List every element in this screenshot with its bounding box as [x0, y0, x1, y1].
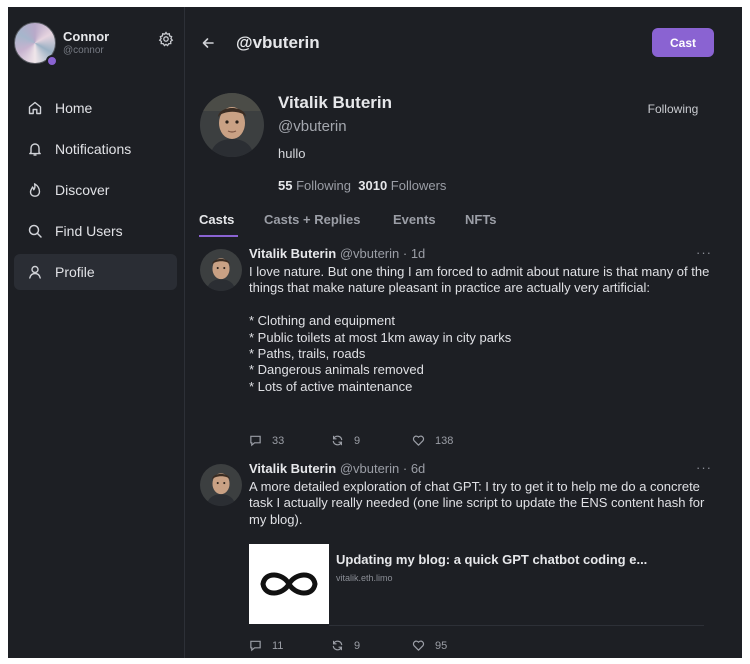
sidebar-item-label: Profile — [55, 264, 95, 280]
reply-button[interactable]: 33 — [249, 434, 284, 447]
following-count: 55 — [278, 178, 293, 193]
post-author[interactable]: Vitalik Buterin — [249, 246, 336, 261]
sidebar-item-home[interactable]: Home — [14, 90, 177, 126]
profile-avatar[interactable] — [200, 93, 264, 157]
post-time: · 1d — [402, 246, 426, 261]
tab-nfts[interactable]: NFTs — [465, 212, 497, 227]
like-count: 138 — [435, 434, 454, 447]
heart-icon — [412, 435, 425, 446]
cast-button[interactable]: Cast — [652, 28, 714, 57]
main-content: @vbuterin Cast Vitalik Buterin @vbuterin… — [185, 7, 742, 658]
current-user[interactable]: Connor @connor — [14, 19, 179, 67]
home-icon — [28, 101, 42, 115]
recast-icon — [332, 640, 343, 651]
sidebar-nav: Home Notifications Discover Find Users P… — [14, 90, 177, 295]
profile-stats: 55 Following 3010 Followers — [278, 178, 446, 193]
post-actions: 33 9 138 — [249, 434, 509, 450]
like-button[interactable]: 138 — [412, 434, 453, 447]
sidebar: Connor @connor Home Notifications Discov… — [8, 7, 185, 658]
tab-casts-replies[interactable]: Casts + Replies — [264, 212, 360, 227]
recast-icon — [332, 435, 343, 446]
like-count: 95 — [435, 639, 448, 652]
following-label: Following — [296, 178, 352, 193]
link-thumbnail — [249, 544, 329, 624]
avatar[interactable] — [200, 464, 242, 506]
reply-button[interactable]: 11 — [249, 639, 283, 652]
back-arrow-icon[interactable] — [200, 35, 216, 51]
current-user-name: Connor — [63, 29, 110, 44]
infinity-icon — [260, 572, 318, 596]
followers-label: Followers — [390, 178, 447, 193]
current-user-handle: @connor — [63, 45, 104, 56]
tab-events[interactable]: Events — [393, 212, 436, 227]
comment-icon — [250, 640, 261, 652]
following-button[interactable]: Following — [623, 97, 723, 121]
sidebar-item-notifications[interactable]: Notifications — [14, 131, 177, 167]
link-preview[interactable]: Updating my blog: a quick GPT chatbot co… — [249, 544, 704, 626]
reply-count: 33 — [272, 434, 285, 447]
link-title: Updating my blog: a quick GPT chatbot co… — [336, 552, 648, 567]
sidebar-item-discover[interactable]: Discover — [14, 172, 177, 208]
followers-stat[interactable]: 3010 Followers — [358, 178, 446, 193]
link-domain: vitalik.eth.limo — [336, 573, 393, 583]
list-item[interactable]: Vitalik Buterin @vbuterin · 1d ··· I lov… — [185, 245, 742, 447]
search-icon — [28, 224, 42, 238]
more-options-icon[interactable]: ··· — [696, 460, 712, 475]
sidebar-item-label: Find Users — [55, 223, 123, 239]
gear-icon[interactable] — [158, 31, 174, 47]
sidebar-item-label: Notifications — [55, 141, 132, 157]
sidebar-item-label: Discover — [55, 182, 110, 198]
following-stat[interactable]: 55 Following — [278, 178, 351, 193]
post-handle: @vbuterin — [339, 246, 400, 261]
avatar[interactable] — [200, 249, 242, 291]
page-title: @vbuterin — [236, 33, 320, 52]
post-header: Vitalik Buterin @vbuterin · 6d — [249, 461, 425, 476]
comment-icon — [250, 435, 261, 447]
like-button[interactable]: 95 — [412, 639, 447, 652]
tab-casts[interactable]: Casts — [199, 212, 234, 227]
post-actions: 11 9 95 — [249, 639, 509, 655]
sidebar-item-profile[interactable]: Profile — [14, 254, 177, 290]
post-author[interactable]: Vitalik Buterin — [249, 461, 336, 476]
heart-icon — [412, 640, 425, 651]
post-time: · 6d — [402, 461, 426, 476]
recast-count: 9 — [354, 434, 361, 447]
flame-icon — [29, 183, 41, 197]
sidebar-item-label: Home — [55, 100, 93, 116]
post-body: A more detailed exploration of chat GPT:… — [249, 479, 705, 527]
more-options-icon[interactable]: ··· — [696, 245, 712, 260]
sidebar-item-find-users[interactable]: Find Users — [14, 213, 177, 249]
profile-name: Vitalik Buterin — [278, 93, 392, 112]
divider — [329, 625, 704, 626]
post-header: Vitalik Buterin @vbuterin · 1d — [249, 246, 425, 261]
header: @vbuterin Cast — [185, 7, 742, 77]
post-body: I love nature. But one thing I am forced… — [249, 264, 710, 394]
verified-badge-icon — [46, 55, 58, 67]
reply-count: 11 — [272, 639, 284, 652]
post-handle: @vbuterin — [339, 461, 400, 476]
followers-count: 3010 — [358, 178, 388, 193]
list-item[interactable]: Vitalik Buterin @vbuterin · 6d ··· A mor… — [185, 460, 742, 658]
profile-photo — [200, 93, 264, 157]
bell-icon — [29, 143, 41, 156]
recast-button[interactable]: 9 — [331, 639, 360, 652]
app-window: Connor @connor Home Notifications Discov… — [8, 7, 742, 658]
recast-button[interactable]: 9 — [331, 434, 360, 447]
profile-tabs: Casts Casts + Replies Events NFTs — [199, 212, 729, 242]
profile-handle: @vbuterin — [278, 118, 347, 135]
active-tab-indicator — [199, 235, 238, 237]
person-icon — [29, 265, 41, 279]
recast-count: 9 — [354, 639, 361, 652]
profile-bio: hullo — [278, 146, 306, 161]
